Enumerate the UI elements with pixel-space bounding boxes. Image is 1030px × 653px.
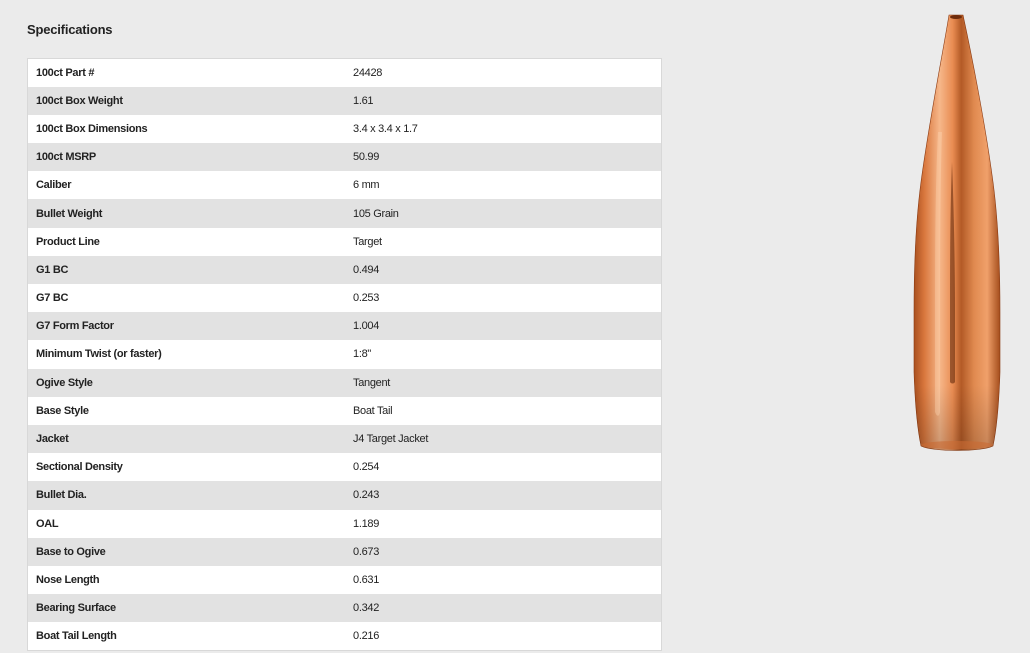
bullet-base (921, 441, 993, 449)
spec-value: Tangent (353, 376, 391, 389)
spec-row: Boat Tail Length 0.216 (27, 622, 662, 651)
spec-row: Minimum Twist (or faster) 1:8" (27, 340, 662, 369)
spec-label: Base to Ogive (36, 545, 106, 558)
spec-row: Nose Length 0.631 (27, 565, 662, 595)
product-specifications-page: Specifications 100ct Part # 24428 100ct Bo… (0, 0, 1030, 653)
spec-row: 100ct MSRP 50.99 (27, 143, 662, 172)
spec-value: 6 mm (353, 179, 380, 192)
specifications-table: 100ct Part #24428 100ct Box Weight 1.61 100… (27, 58, 662, 651)
spec-value: 0.243 (353, 489, 380, 502)
spec-value: 3.4 x 3.4 x 1.7 (353, 122, 418, 135)
spec-label: Bearing Surface (36, 602, 116, 615)
spec-label: 100ct Part # (36, 66, 95, 79)
spec-value: Boat Tail (353, 404, 393, 417)
spec-value: 0.494 (353, 263, 380, 276)
spec-value: J4 Target Jacket (353, 433, 429, 446)
spec-value: 1.189 (353, 517, 380, 530)
spec-label: G1 BC (36, 263, 69, 276)
spec-value: 0.631 (353, 573, 380, 586)
spec-value: 0.254 (353, 461, 380, 474)
spec-value: 1.004 (353, 320, 380, 333)
spec-label: Minimum Twist (or faster) (36, 348, 162, 361)
spec-value: 0.216 (353, 630, 380, 643)
spec-value: 105 Grain (353, 207, 399, 220)
spec-value: Target (353, 235, 382, 248)
spec-label: Caliber (36, 179, 72, 192)
spec-value: 0.673 (353, 545, 380, 558)
spec-row: Sectional Density 0.254 (27, 453, 662, 482)
spec-row: 100ct Box Weight 1.61 (27, 86, 662, 115)
spec-label: Bullet Weight (36, 207, 103, 220)
spec-row: Bullet Dia. 0.243 (27, 481, 662, 510)
spec-label: 100ct Box Weight (36, 94, 123, 107)
spec-label: Nose Length (36, 573, 100, 586)
spec-row: Bullet Weight 105 Grain (27, 199, 662, 228)
spec-label: Sectional Density (36, 461, 123, 474)
spec-value: 0.342 (353, 602, 380, 615)
spec-value: 0.253 (353, 292, 380, 305)
spec-label: Ogive Style (36, 376, 93, 389)
spec-label: OAL (36, 517, 59, 530)
spec-value: 50.99 (353, 151, 380, 164)
spec-row: G1 BC 0.494 (27, 255, 662, 284)
section-title: Specifications (27, 22, 113, 37)
spec-value: 24428 (353, 66, 383, 79)
bullet-tip (950, 15, 962, 19)
spec-row: OAL 1.189 (27, 509, 662, 538)
spec-row: Bearing Surface 0.342 (27, 594, 662, 623)
spec-label: Boat Tail Length (36, 630, 117, 643)
spec-label: Jacket (36, 433, 69, 446)
spec-row: Ogive Style Tangent (27, 368, 662, 397)
spec-label: Bullet Dia. (36, 489, 87, 502)
spec-value: 1.61 (353, 94, 374, 107)
spec-label: 100ct MSRP (36, 151, 96, 164)
spec-row: Base to Ogive 0.673 (27, 537, 662, 566)
bullet-image (905, 12, 1009, 456)
spec-row: Base Style Boat Tail (27, 396, 662, 425)
spec-label: Product Line (36, 235, 100, 248)
spec-label: G7 BC (36, 292, 69, 305)
spec-row: Jacket J4 Target Jacket (27, 424, 662, 454)
spec-label: Base Style (36, 404, 89, 417)
spec-label: G7 Form Factor (36, 320, 114, 333)
spec-row: G7 BC 0.253 (27, 284, 662, 313)
spec-row: G7 Form Factor 1.004 (27, 312, 662, 341)
spec-row: 100ct Part # 24428 (27, 58, 662, 87)
spec-row: Product Line Target (27, 227, 662, 256)
spec-row: Caliber 6 mm (27, 171, 662, 200)
spec-value: 1:8" (353, 348, 371, 361)
spec-row: 100ct Box Dimensions 3.4 x 3.4 x 1.7 (27, 114, 662, 144)
spec-label: 100ct Box Dimensions (36, 122, 148, 135)
